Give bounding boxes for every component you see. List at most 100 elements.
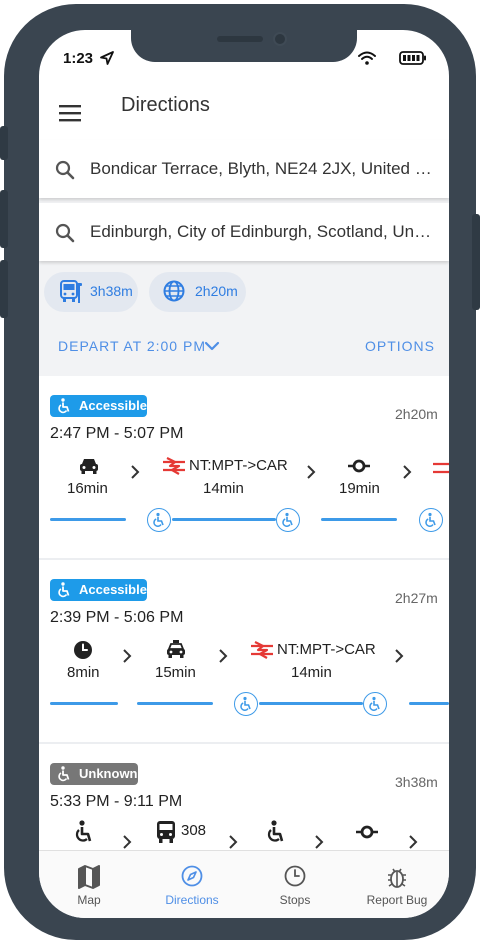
phone-side-button — [472, 214, 480, 310]
trip-time-range: 2:39 PM - 5:06 PM — [50, 609, 184, 626]
destination-search-field[interactable]: Edinburgh, City of Edinburgh, Scotland, … — [39, 203, 449, 261]
nav-label: Report Bug — [366, 893, 428, 907]
national-rail-icon — [431, 458, 449, 483]
origin-input[interactable]: Bondicar Terrace, Blyth, NE24 2JX, Unite… — [90, 159, 434, 179]
chevron-right-icon — [217, 648, 229, 669]
national-rail-icon — [161, 456, 187, 481]
hamburger-menu-icon[interactable] — [59, 104, 81, 127]
route-card[interactable]: Accessible 2:39 PM - 5:06 PM 2h27m 8min — [39, 560, 449, 742]
bus-icon — [155, 820, 177, 849]
mode-chip-label: 3h38m — [90, 283, 133, 299]
app-bar: Directions — [39, 86, 449, 140]
badge-label: Accessible — [79, 582, 147, 597]
national-rail-icon — [249, 640, 275, 665]
chevron-right-icon — [227, 834, 239, 850]
route-progress-line — [137, 702, 213, 705]
accessibility-marker — [419, 508, 443, 532]
nav-label: Map — [77, 893, 101, 907]
taxi-icon — [165, 640, 187, 665]
nav-item-map[interactable]: Map — [39, 851, 139, 918]
leg-route-name: NT:MPT->CAR — [189, 457, 288, 474]
chevron-right-icon — [393, 648, 405, 669]
phone-side-button — [0, 260, 8, 318]
accessibility-marker — [363, 692, 387, 716]
car-icon — [78, 456, 100, 481]
phone-notch — [131, 30, 357, 62]
bug-icon — [386, 865, 408, 894]
wheelchair-icon — [56, 766, 72, 785]
nav-item-stops[interactable]: Stops — [245, 851, 345, 918]
route-progress-line — [50, 518, 126, 521]
route-progress-line — [409, 702, 449, 705]
badge-label: Accessible — [79, 398, 147, 413]
route-progress-line — [50, 702, 118, 705]
accessibility-badge: Unknown — [50, 763, 138, 785]
bottom-navigation: Map Directions Stops Report Bug — [39, 850, 449, 918]
leg-duration: 14min — [291, 664, 332, 681]
page-title: Directions — [121, 94, 210, 116]
chevron-right-icon — [129, 464, 141, 485]
options-button[interactable]: OPTIONS — [365, 338, 435, 354]
leg-duration: 15min — [155, 664, 196, 681]
transit-stop-icon — [355, 822, 379, 847]
phone-side-button — [0, 190, 8, 248]
wheelchair-icon — [73, 820, 95, 849]
phone-screen: 1:23 Directions Bondicar Terrace, Blyth,… — [39, 30, 449, 918]
status-time: 1:23 — [63, 50, 94, 67]
route-progress-line — [321, 518, 397, 521]
trip-duration: 3h38m — [395, 774, 438, 790]
clock-icon — [73, 640, 93, 665]
leg-duration: 14min — [203, 480, 244, 497]
depart-time-selector[interactable]: DEPART AT 2:00 PM — [58, 338, 206, 354]
badge-label: Unknown — [79, 766, 138, 781]
wheelchair-icon — [56, 582, 72, 601]
leg-route-name: 308 — [181, 822, 207, 839]
nav-label: Stops — [279, 893, 311, 907]
notch-speaker — [217, 36, 263, 42]
clock-icon — [284, 865, 306, 892]
chevron-right-icon — [121, 834, 133, 850]
trip-duration: 2h27m — [395, 590, 438, 606]
chevron-right-icon — [121, 648, 133, 669]
location-arrow-icon — [99, 50, 115, 71]
route-progress-line — [172, 518, 276, 521]
destination-input[interactable]: Edinburgh, City of Edinburgh, Scotland, … — [90, 222, 434, 242]
compass-icon — [181, 865, 203, 892]
trip-time-range: 5:33 PM - 9:11 PM — [50, 793, 183, 810]
leg-duration: 8min — [67, 664, 100, 681]
chevron-right-icon — [407, 834, 419, 850]
nav-item-directions[interactable]: Directions — [142, 851, 242, 918]
route-card[interactable]: Unknown 5:33 PM - 9:11 PM 3h38m 308 — [39, 744, 449, 850]
chevron-right-icon — [401, 464, 413, 485]
phone-side-button — [0, 126, 8, 160]
origin-search-field[interactable]: Bondicar Terrace, Blyth, NE24 2JX, Unite… — [39, 140, 449, 198]
accessibility-marker — [276, 508, 300, 532]
route-card[interactable]: Accessible 2:47 PM - 5:07 PM 2h20m 16min — [39, 376, 449, 558]
nav-label: Directions — [165, 893, 219, 907]
search-icon — [55, 160, 75, 185]
mode-chip-label: 2h20m — [195, 283, 238, 299]
nav-item-report-bug[interactable]: Report Bug — [347, 851, 447, 918]
search-icon — [55, 223, 75, 248]
leg-duration: 19min — [339, 480, 380, 497]
accessibility-badge: Accessible — [50, 395, 147, 417]
accessibility-badge: Accessible — [50, 579, 147, 601]
battery-icon — [399, 50, 427, 71]
wifi-icon — [357, 50, 377, 71]
chevron-down-icon[interactable] — [204, 339, 220, 358]
chevron-right-icon — [305, 464, 317, 485]
leg-route-name: NT:MPT->CAR — [277, 641, 376, 658]
mode-chip-global[interactable]: 2h20m — [149, 272, 246, 312]
phone-frame: 1:23 Directions Bondicar Terrace, Blyth,… — [0, 4, 480, 940]
leg-duration: 16min — [67, 480, 108, 497]
mode-chip-transit[interactable]: 3h38m — [44, 272, 138, 312]
accessibility-marker — [234, 692, 258, 716]
trip-time-range: 2:47 PM - 5:07 PM — [50, 425, 184, 442]
route-progress-line — [259, 702, 363, 705]
wheelchair-icon — [56, 398, 72, 417]
map-icon — [78, 865, 100, 894]
route-results-list: Accessible 2:47 PM - 5:07 PM 2h20m 16min — [39, 376, 449, 850]
chevron-right-icon — [313, 834, 325, 850]
trip-planner-panel: Bondicar Terrace, Blyth, NE24 2JX, Unite… — [39, 140, 449, 376]
notch-camera — [273, 32, 287, 46]
